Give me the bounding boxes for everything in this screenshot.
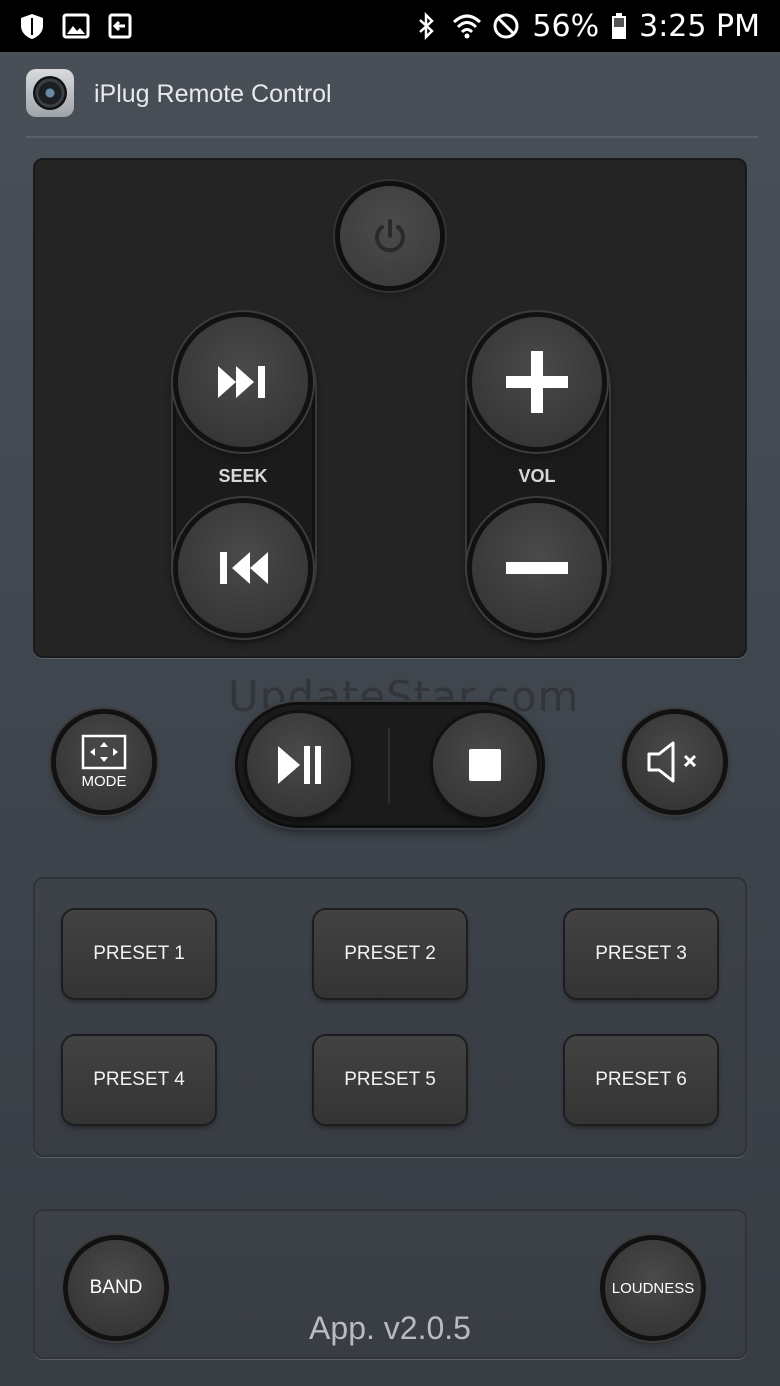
battery-percent: 56% — [532, 8, 600, 44]
stop-icon — [469, 749, 501, 781]
plus-icon — [506, 351, 568, 413]
clock: 3:25 PM — [639, 8, 760, 44]
play-pause-button[interactable] — [247, 713, 351, 817]
app-version: App. v2.0.5 — [309, 1310, 471, 1346]
mute-button[interactable] — [627, 714, 723, 810]
battery-icon — [611, 12, 627, 40]
seek-label: SEEK — [218, 466, 268, 486]
do-not-disturb-icon — [492, 12, 520, 40]
app-bar: iPlug Remote Control — [0, 52, 780, 138]
mode-icon — [81, 734, 127, 770]
seek-forward-button[interactable] — [178, 317, 308, 447]
appbar-divider — [26, 136, 758, 138]
skip-back-icon — [220, 552, 268, 584]
band-label: BAND — [89, 1277, 143, 1298]
app-title: iPlug Remote Control — [94, 80, 332, 108]
preset-3-button[interactable]: PRESET 3 — [565, 910, 717, 998]
image-icon — [62, 12, 90, 40]
power-button[interactable] — [340, 186, 440, 286]
mode-label: MODE — [81, 773, 127, 790]
volume-label: VOL — [518, 466, 556, 486]
minus-icon — [506, 562, 568, 574]
shield-icon — [18, 12, 46, 40]
mute-icon — [647, 741, 697, 783]
stop-button[interactable] — [433, 713, 537, 817]
play-pause-icon — [278, 746, 321, 784]
speaker-logo-icon — [26, 69, 74, 117]
loudness-label: LOUDNESS — [611, 1279, 695, 1297]
bluetooth-icon — [412, 11, 440, 41]
preset-2-button[interactable]: PRESET 2 — [314, 910, 466, 998]
volume-down-button[interactable] — [472, 503, 602, 633]
preset-6-button[interactable]: PRESET 6 — [565, 1036, 717, 1124]
transport-divider — [388, 728, 390, 804]
status-bar: 56% 3:25 PM — [0, 0, 780, 52]
preset-1-button[interactable]: PRESET 1 — [63, 910, 215, 998]
mode-button[interactable]: MODE — [56, 714, 152, 810]
volume-up-button[interactable] — [472, 317, 602, 447]
preset-5-button[interactable]: PRESET 5 — [314, 1036, 466, 1124]
seek-back-button[interactable] — [178, 503, 308, 633]
exit-icon — [106, 12, 134, 40]
skip-forward-icon — [218, 366, 265, 398]
power-icon — [375, 219, 405, 253]
wifi-icon — [452, 12, 482, 40]
preset-4-button[interactable]: PRESET 4 — [63, 1036, 215, 1124]
